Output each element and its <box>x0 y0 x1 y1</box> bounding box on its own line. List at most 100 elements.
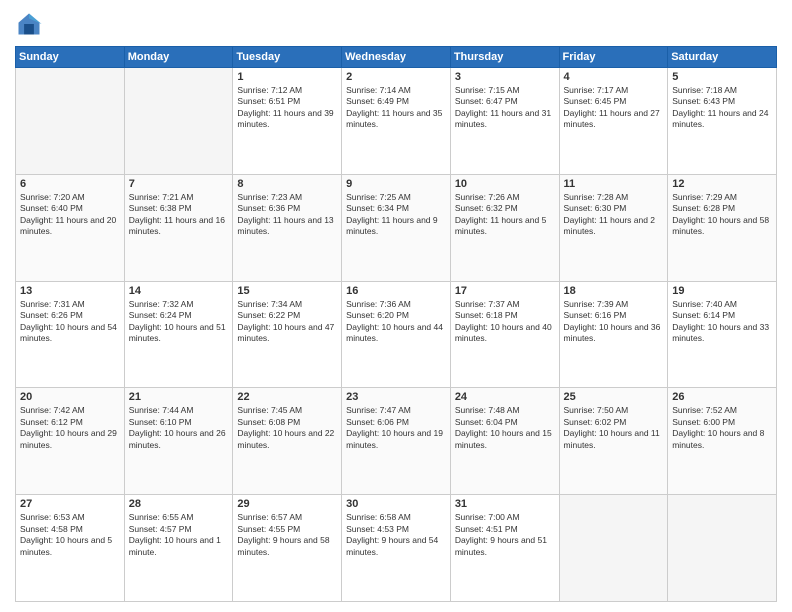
day-info: Sunrise: 7:40 AM Sunset: 6:14 PM Dayligh… <box>672 299 772 345</box>
day-info: Sunrise: 7:34 AM Sunset: 6:22 PM Dayligh… <box>237 299 337 345</box>
calendar-cell: 24Sunrise: 7:48 AM Sunset: 6:04 PM Dayli… <box>450 388 559 495</box>
day-info: Sunrise: 7:25 AM Sunset: 6:34 PM Dayligh… <box>346 192 446 238</box>
logo <box>15 10 47 38</box>
weekday-header-cell: Friday <box>559 47 668 68</box>
calendar-cell <box>668 495 777 602</box>
calendar-cell: 15 Sunrise: 7:34 AM Sunset: 6:22 PM Dayli… <box>233 281 342 388</box>
calendar-cell: 5 Sunrise: 7:18 AM Sunset: 6:43 PM Daylig… <box>668 68 777 175</box>
calendar-table: SundayMondayTuesdayWednesdayThursdayFrid… <box>15 46 777 602</box>
calendar-cell <box>16 68 125 175</box>
day-info: Sunrise: 7:52 AM Sunset: 6:00 PM Dayligh… <box>672 405 772 451</box>
day-info: Sunrise: 7:45 AM Sunset: 6:08 PM Dayligh… <box>237 405 337 451</box>
weekday-header-cell: Wednesday <box>342 47 451 68</box>
day-number: 25 <box>564 391 664 403</box>
day-number: 28 <box>129 498 229 510</box>
calendar-cell: 19 Sunrise: 7:40 AM Sunset: 6:14 PM Dayli… <box>668 281 777 388</box>
calendar-cell: 9 Sunrise: 7:25 AM Sunset: 6:34 PM Daylig… <box>342 174 451 281</box>
day-number: 6 <box>20 178 120 190</box>
day-info: Sunrise: 7:29 AM Sunset: 6:28 PM Dayligh… <box>672 192 772 238</box>
day-number: 8 <box>237 178 337 190</box>
calendar-cell: 1 Sunrise: 7:12 AM Sunset: 6:51 PM Daylig… <box>233 68 342 175</box>
day-info: Sunrise: 7:12 AM Sunset: 6:51 PM Dayligh… <box>237 85 337 131</box>
weekday-header-cell: Saturday <box>668 47 777 68</box>
day-number: 30 <box>346 498 446 510</box>
day-number: 27 <box>20 498 120 510</box>
calendar-cell: 25 Sunrise: 7:50 AM Sunset: 6:02 PM Dayli… <box>559 388 668 495</box>
calendar-week-row: 27 Sunrise: 6:53 AM Sunset: 4:58 PM Dayli… <box>16 495 777 602</box>
day-number: 21 <box>129 391 229 403</box>
day-info: Sunrise: 7:20 AM Sunset: 6:40 PM Dayligh… <box>20 192 120 238</box>
weekday-header-row: SundayMondayTuesdayWednesdayThursdayFrid… <box>16 47 777 68</box>
day-info: Sunrise: 7:39 AM Sunset: 6:16 PM Dayligh… <box>564 299 664 345</box>
header <box>15 10 777 38</box>
day-number: 10 <box>455 178 555 190</box>
day-info: Sunrise: 7:48 AM Sunset: 6:04 PM Dayligh… <box>455 405 555 451</box>
calendar-cell: 2Sunrise: 7:14 AM Sunset: 6:49 PM Daylig… <box>342 68 451 175</box>
calendar-week-row: 1 Sunrise: 7:12 AM Sunset: 6:51 PM Daylig… <box>16 68 777 175</box>
day-info: Sunrise: 6:55 AM Sunset: 4:57 PM Dayligh… <box>129 512 229 558</box>
calendar-cell: 4Sunrise: 7:17 AM Sunset: 6:45 PM Daylig… <box>559 68 668 175</box>
day-number: 18 <box>564 285 664 297</box>
day-number: 5 <box>672 71 772 83</box>
day-info: Sunrise: 7:14 AM Sunset: 6:49 PM Dayligh… <box>346 85 446 131</box>
day-number: 31 <box>455 498 555 510</box>
weekday-header-cell: Sunday <box>16 47 125 68</box>
weekday-header-cell: Thursday <box>450 47 559 68</box>
day-info: Sunrise: 6:53 AM Sunset: 4:58 PM Dayligh… <box>20 512 120 558</box>
calendar-cell: 12 Sunrise: 7:29 AM Sunset: 6:28 PM Dayli… <box>668 174 777 281</box>
calendar-cell: 8 Sunrise: 7:23 AM Sunset: 6:36 PM Daylig… <box>233 174 342 281</box>
day-number: 7 <box>129 178 229 190</box>
day-info: Sunrise: 7:37 AM Sunset: 6:18 PM Dayligh… <box>455 299 555 345</box>
day-number: 23 <box>346 391 446 403</box>
day-info: Sunrise: 7:28 AM Sunset: 6:30 PM Dayligh… <box>564 192 664 238</box>
calendar-cell: 23Sunrise: 7:47 AM Sunset: 6:06 PM Dayli… <box>342 388 451 495</box>
day-number: 20 <box>20 391 120 403</box>
day-number: 12 <box>672 178 772 190</box>
calendar-cell: 13Sunrise: 7:31 AM Sunset: 6:26 PM Dayli… <box>16 281 125 388</box>
day-number: 29 <box>237 498 337 510</box>
day-number: 22 <box>237 391 337 403</box>
day-info: Sunrise: 7:18 AM Sunset: 6:43 PM Dayligh… <box>672 85 772 131</box>
day-info: Sunrise: 7:31 AM Sunset: 6:26 PM Dayligh… <box>20 299 120 345</box>
day-info: Sunrise: 7:36 AM Sunset: 6:20 PM Dayligh… <box>346 299 446 345</box>
weekday-header-cell: Tuesday <box>233 47 342 68</box>
calendar-cell: 10Sunrise: 7:26 AM Sunset: 6:32 PM Dayli… <box>450 174 559 281</box>
day-info: Sunrise: 7:17 AM Sunset: 6:45 PM Dayligh… <box>564 85 664 131</box>
day-number: 26 <box>672 391 772 403</box>
day-number: 16 <box>346 285 446 297</box>
calendar-cell: 16 Sunrise: 7:36 AM Sunset: 6:20 PM Dayli… <box>342 281 451 388</box>
day-info: Sunrise: 7:44 AM Sunset: 6:10 PM Dayligh… <box>129 405 229 451</box>
day-number: 1 <box>237 71 337 83</box>
calendar-cell: 26 Sunrise: 7:52 AM Sunset: 6:00 PM Dayli… <box>668 388 777 495</box>
calendar-cell: 7 Sunrise: 7:21 AM Sunset: 6:38 PM Daylig… <box>124 174 233 281</box>
day-number: 17 <box>455 285 555 297</box>
calendar-cell: 6 Sunrise: 7:20 AM Sunset: 6:40 PM Daylig… <box>16 174 125 281</box>
day-number: 14 <box>129 285 229 297</box>
calendar-cell: 20 Sunrise: 7:42 AM Sunset: 6:12 PM Dayli… <box>16 388 125 495</box>
day-info: Sunrise: 7:42 AM Sunset: 6:12 PM Dayligh… <box>20 405 120 451</box>
day-number: 19 <box>672 285 772 297</box>
day-info: Sunrise: 7:15 AM Sunset: 6:47 PM Dayligh… <box>455 85 555 131</box>
day-info: Sunrise: 6:58 AM Sunset: 4:53 PM Dayligh… <box>346 512 446 558</box>
page: SundayMondayTuesdayWednesdayThursdayFrid… <box>0 0 792 612</box>
calendar-cell: 30 Sunrise: 6:58 AM Sunset: 4:53 PM Dayli… <box>342 495 451 602</box>
calendar-body: 1 Sunrise: 7:12 AM Sunset: 6:51 PM Daylig… <box>16 68 777 602</box>
day-info: Sunrise: 7:50 AM Sunset: 6:02 PM Dayligh… <box>564 405 664 451</box>
calendar-cell: 14Sunrise: 7:32 AM Sunset: 6:24 PM Dayli… <box>124 281 233 388</box>
calendar-cell: 29 Sunrise: 6:57 AM Sunset: 4:55 PM Dayli… <box>233 495 342 602</box>
day-number: 11 <box>564 178 664 190</box>
day-info: Sunrise: 6:57 AM Sunset: 4:55 PM Dayligh… <box>237 512 337 558</box>
day-info: Sunrise: 7:21 AM Sunset: 6:38 PM Dayligh… <box>129 192 229 238</box>
logo-icon <box>15 10 43 38</box>
calendar-cell: 28 Sunrise: 6:55 AM Sunset: 4:57 PM Dayli… <box>124 495 233 602</box>
calendar-week-row: 6 Sunrise: 7:20 AM Sunset: 6:40 PM Daylig… <box>16 174 777 281</box>
calendar-week-row: 13Sunrise: 7:31 AM Sunset: 6:26 PM Dayli… <box>16 281 777 388</box>
day-number: 9 <box>346 178 446 190</box>
calendar-cell: 27 Sunrise: 6:53 AM Sunset: 4:58 PM Dayli… <box>16 495 125 602</box>
calendar-week-row: 20 Sunrise: 7:42 AM Sunset: 6:12 PM Dayli… <box>16 388 777 495</box>
calendar-cell <box>559 495 668 602</box>
day-info: Sunrise: 7:23 AM Sunset: 6:36 PM Dayligh… <box>237 192 337 238</box>
day-number: 3 <box>455 71 555 83</box>
calendar-cell: 11 Sunrise: 7:28 AM Sunset: 6:30 PM Dayli… <box>559 174 668 281</box>
day-number: 15 <box>237 285 337 297</box>
